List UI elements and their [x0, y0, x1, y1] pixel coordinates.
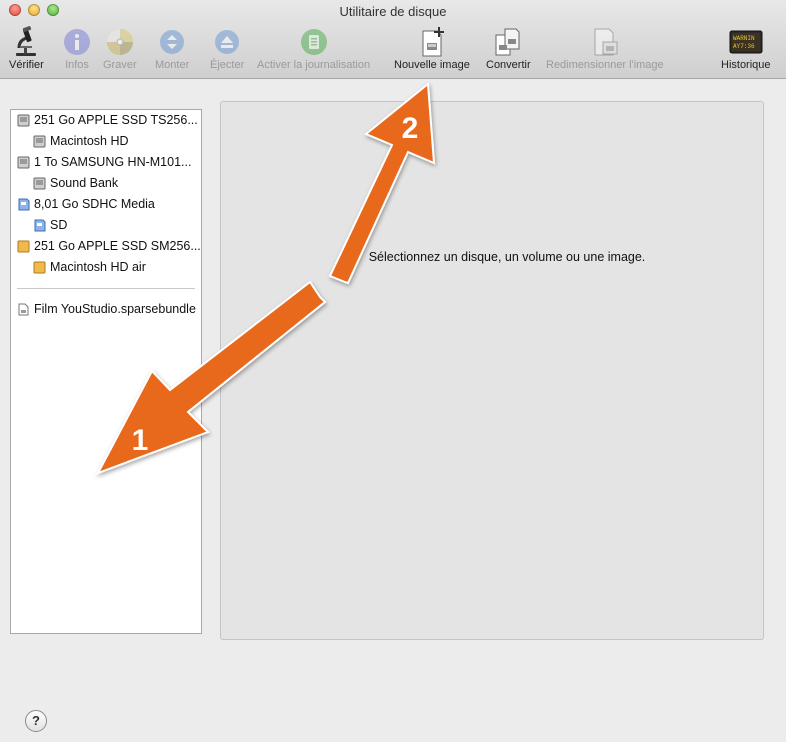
help-button[interactable]: ?	[25, 710, 47, 732]
window-title: Utilitaire de disque	[339, 4, 447, 19]
sidebar-item-film-youstudio[interactable]: Film YouStudio.sparsebundle	[17, 299, 196, 319]
microscope-icon	[10, 26, 42, 58]
eject-button[interactable]: Éjecter	[210, 26, 244, 74]
verify-button[interactable]: Vérifier	[9, 26, 44, 74]
burn-button[interactable]: Graver	[103, 26, 137, 74]
log-icon-text-line2: AY7:36	[733, 43, 755, 50]
disk-utility-window: Utilitaire de disque Vérifier Infos Grav…	[0, 0, 786, 742]
sidebar-item-sdhc-media[interactable]: 8,01 Go SDHC Media	[17, 194, 155, 214]
sidebar-item-sd[interactable]: SD	[33, 215, 67, 235]
sidebar-item-macintosh-hd[interactable]: Macintosh HD	[33, 131, 129, 151]
log-console-icon: WARNIN AY7:36	[729, 26, 763, 58]
external-volume-icon	[33, 261, 46, 273]
disk-image-icon	[18, 303, 29, 315]
log-button[interactable]: WARNIN AY7:36 Historique	[721, 26, 771, 74]
volume-icon	[33, 135, 46, 147]
journal-icon	[298, 26, 330, 58]
convert-button[interactable]: Convertir	[486, 26, 531, 74]
hard-drive-icon	[17, 114, 30, 126]
sidebar-item-macintosh-hd-air[interactable]: Macintosh HD air	[33, 257, 146, 277]
new-image-button[interactable]: Nouvelle image	[394, 26, 470, 74]
burn-disc-icon	[104, 26, 136, 58]
convert-icon	[492, 26, 524, 58]
info-icon	[61, 26, 93, 58]
hard-drive-icon	[17, 156, 30, 168]
info-button[interactable]: Infos	[61, 26, 93, 74]
sd-card-icon	[18, 198, 30, 210]
detail-panel: Sélectionnez un disque, un volume ou une…	[220, 101, 764, 640]
sd-card-icon	[34, 219, 46, 231]
volume-icon	[33, 177, 46, 189]
resize-image-icon	[589, 26, 621, 58]
log-icon-text-line1: WARNIN	[733, 35, 755, 42]
sidebar-item-sound-bank[interactable]: Sound Bank	[33, 173, 118, 193]
resize-image-button[interactable]: Redimensionner l'image	[546, 26, 664, 74]
external-drive-icon	[17, 240, 30, 252]
mount-button[interactable]: Monter	[155, 26, 189, 74]
sidebar-item-apple-ssd-sm256[interactable]: 251 Go APPLE SSD SM256...	[17, 236, 201, 256]
sidebar-separator	[17, 288, 195, 289]
eject-icon	[211, 26, 243, 58]
select-disk-message: Sélectionnez un disque, un volume ou une…	[368, 250, 646, 264]
title-toolbar: Utilitaire de disque Vérifier Infos Grav…	[0, 0, 786, 79]
enable-journaling-button[interactable]: Activer la journalisation	[257, 26, 370, 74]
sidebar-item-samsung-hn-m101[interactable]: 1 To SAMSUNG HN-M101...	[17, 152, 191, 172]
sidebar-item-apple-ssd-ts256[interactable]: 251 Go APPLE SSD TS256...	[17, 110, 198, 130]
mount-icon	[156, 26, 188, 58]
device-sidebar: 251 Go APPLE SSD TS256... Macintosh HD 1…	[10, 109, 202, 634]
new-image-icon	[416, 26, 448, 58]
